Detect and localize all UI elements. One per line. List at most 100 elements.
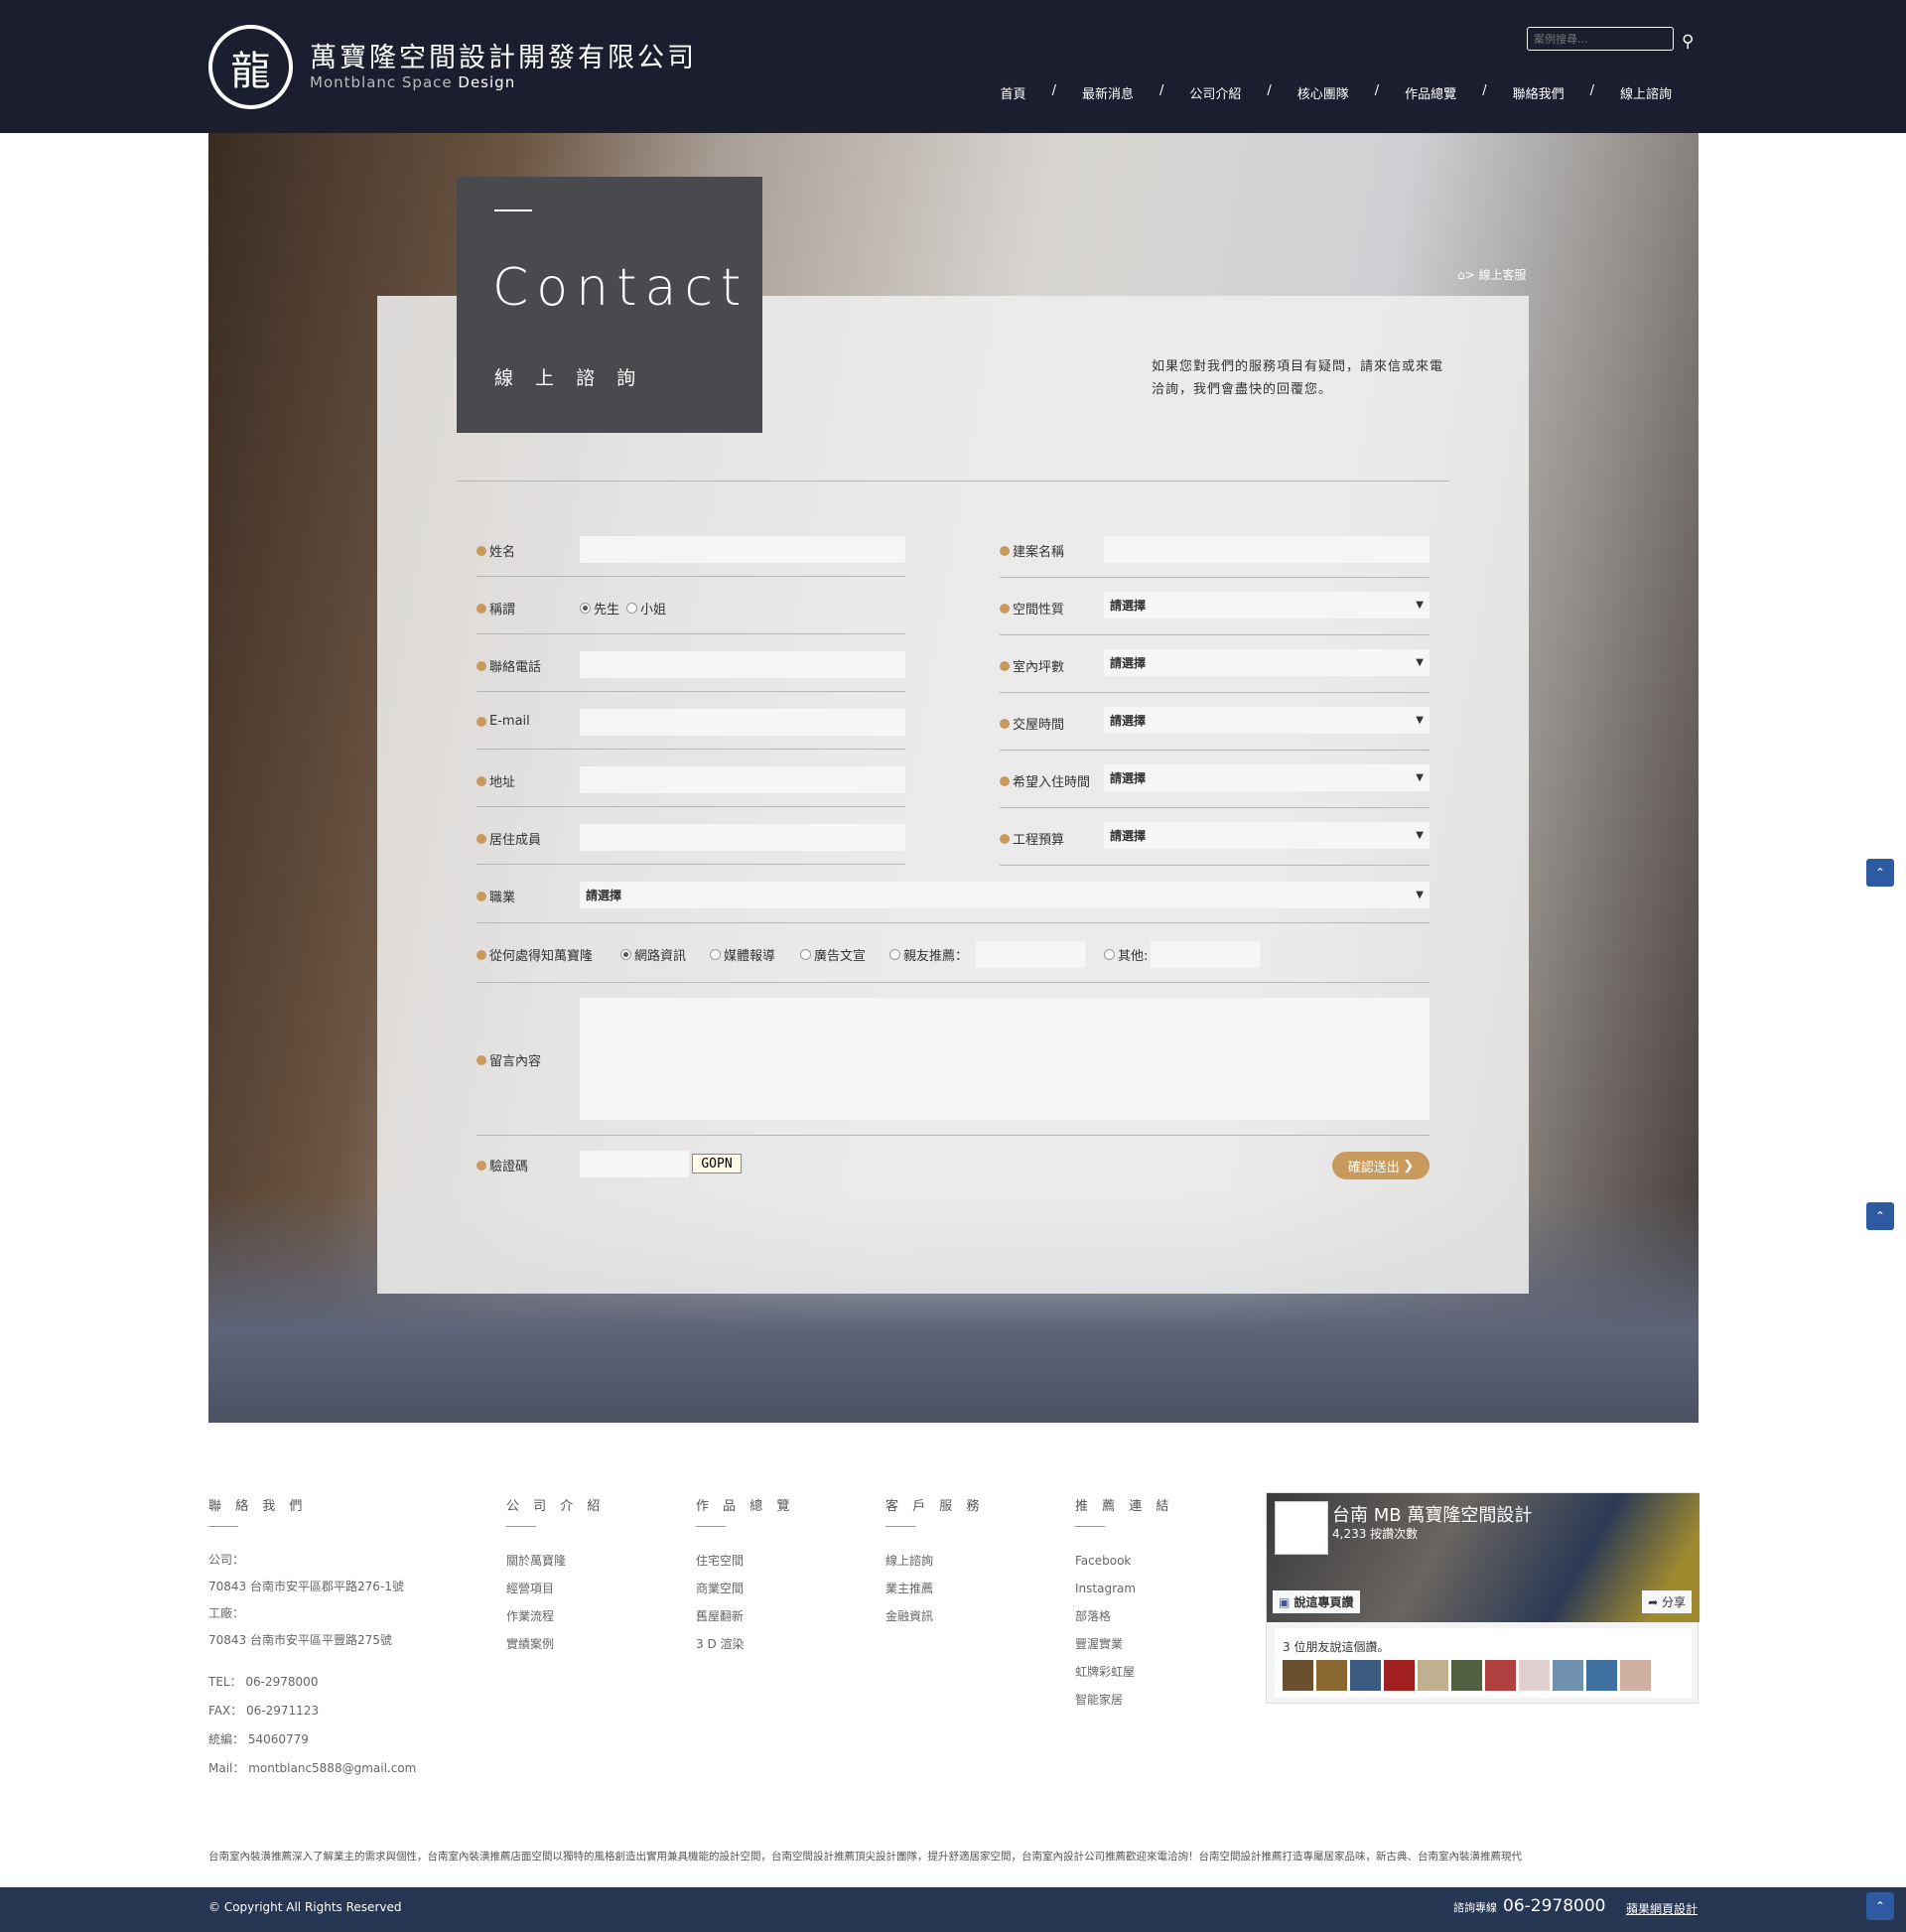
facebook-page-name[interactable]: 台南 MB 萬寶隆空間設計 <box>1332 1501 1532 1527</box>
nav-news[interactable]: 最新消息 <box>1082 83 1134 102</box>
field-label: 地址 <box>476 771 515 790</box>
footer-link[interactable]: 3 D 渲染 <box>696 1630 794 1658</box>
scroll-up-button[interactable]: ⌃ <box>1866 1202 1894 1230</box>
search-icon[interactable]: ⚲ <box>1682 32 1694 52</box>
select-value: 請選擇 <box>1110 656 1147 670</box>
source-radio-friends[interactable]: 親友推薦： <box>889 945 968 964</box>
footer-link[interactable]: 智能家居 <box>1075 1686 1173 1714</box>
select-dropdown[interactable]: 請選擇 ▼ <box>1104 707 1430 734</box>
contact-line <box>208 1654 416 1668</box>
field-label: E-mail <box>476 714 530 729</box>
search-input[interactable] <box>1527 27 1674 51</box>
nav-separator: / <box>1589 83 1594 98</box>
other-source-input[interactable] <box>1151 941 1260 968</box>
title-radio[interactable]: 小姐 <box>626 599 666 618</box>
friend-avatar[interactable] <box>1316 1660 1347 1691</box>
divider <box>1000 807 1430 808</box>
occupation-select[interactable]: 請選擇 ▼ <box>580 882 1430 908</box>
text-input[interactable] <box>580 709 905 736</box>
footer-link[interactable]: 關於萬寶隆 <box>506 1547 605 1575</box>
scroll-up-button[interactable]: ⌃ <box>1866 859 1894 887</box>
breadcrumb-separator: > <box>1464 268 1475 282</box>
text-input[interactable] <box>580 651 905 678</box>
nav-separator: / <box>1158 83 1164 98</box>
logo-icon[interactable]: 龍 <box>208 25 293 109</box>
friend-avatar[interactable] <box>1418 1660 1448 1691</box>
page-title-box: Contact 線 上 諮 詢 <box>457 177 762 433</box>
footer-link[interactable]: 住宅空間 <box>696 1547 794 1575</box>
option-label: 網路資訊 <box>634 949 687 964</box>
select-dropdown[interactable]: 請選擇 ▼ <box>1104 822 1430 849</box>
nav-contact[interactable]: 聯絡我們 <box>1513 83 1565 102</box>
footer-link[interactable]: 經營項目 <box>506 1575 605 1602</box>
select-dropdown[interactable]: 請選擇 ▼ <box>1104 649 1430 676</box>
nav-home[interactable]: 首頁 <box>1001 83 1026 102</box>
friend-avatar[interactable] <box>1553 1660 1583 1691</box>
facebook-like-button[interactable]: ▣ 說這專頁讚 <box>1273 1590 1360 1613</box>
friend-avatar[interactable] <box>1451 1660 1482 1691</box>
footer-link[interactable]: Instagram <box>1075 1575 1173 1602</box>
friend-avatar[interactable] <box>1350 1660 1381 1691</box>
friend-avatar[interactable] <box>1485 1660 1516 1691</box>
hotline-label: 諮詢專線 <box>1453 1901 1497 1914</box>
nav-separator: / <box>1482 83 1487 98</box>
contact-line: 70843 台南市安平區郡平路276-1號 <box>208 1580 404 1593</box>
captcha-image[interactable]: GOPN <box>692 1154 742 1173</box>
footer-link[interactable]: 實績案例 <box>506 1630 605 1658</box>
submit-button[interactable]: 確認送出 ❯ <box>1332 1152 1430 1179</box>
hotline-number[interactable]: 06-2978000 <box>1503 1896 1605 1916</box>
text-input[interactable] <box>580 824 905 851</box>
divider <box>1000 577 1430 578</box>
text-input[interactable] <box>580 536 905 563</box>
text-input[interactable] <box>1104 536 1430 563</box>
option-label: 媒體報導 <box>724 949 776 964</box>
friend-avatar[interactable] <box>1519 1660 1550 1691</box>
title-radio[interactable]: 先生 <box>580 599 619 618</box>
footer-link[interactable]: 部落格 <box>1075 1602 1173 1630</box>
footer-heading: 作 品 總 覽 <box>696 1499 795 1514</box>
footer-link[interactable]: 虹牌彩虹屋 <box>1075 1658 1173 1686</box>
friends-referral-input[interactable] <box>976 941 1085 968</box>
footer-link[interactable]: 作業流程 <box>506 1602 605 1630</box>
footer-link[interactable]: Facebook <box>1075 1547 1173 1575</box>
seo-text: 台南室內裝潢推薦深入了解業主的需求與個性，台南室內裝潢推薦店面空間以獨特的風格創… <box>208 1851 1522 1863</box>
source-radio-other[interactable]: 其他: <box>1104 945 1148 964</box>
footer-heading: 公 司 介 紹 <box>506 1499 606 1514</box>
footer-link[interactable]: 商業空間 <box>696 1575 794 1602</box>
source-radio-ads[interactable]: 廣告文宣 <box>800 945 866 964</box>
select-dropdown[interactable]: 請選擇 ▼ <box>1104 764 1430 791</box>
company-name[interactable]: 萬寶隆空間設計開發有限公司 <box>310 36 697 74</box>
scroll-up-button[interactable]: ⌃ <box>1866 1892 1894 1920</box>
select-value: 請選擇 <box>1110 771 1147 785</box>
footer-link[interactable]: 豐渥實業 <box>1075 1630 1173 1658</box>
friend-avatar[interactable] <box>1586 1660 1617 1691</box>
captcha-input[interactable] <box>580 1151 689 1177</box>
source-radio-web[interactable]: 網路資訊 <box>620 945 686 964</box>
footer-link[interactable]: 金融資訊 <box>885 1602 984 1630</box>
footer-link[interactable]: 業主推薦 <box>885 1575 984 1602</box>
footer-link[interactable]: 線上諮詢 <box>885 1547 984 1575</box>
friend-avatars <box>1283 1660 1651 1691</box>
home-icon[interactable]: ⌂ <box>1457 268 1465 282</box>
facebook-page-logo[interactable] <box>1275 1501 1328 1555</box>
friend-avatar[interactable] <box>1283 1660 1313 1691</box>
nav-about[interactable]: 公司介紹 <box>1189 83 1241 102</box>
breadcrumb-current[interactable]: 線上客服 <box>1479 268 1527 282</box>
friend-avatar[interactable] <box>1384 1660 1415 1691</box>
heading-underline <box>696 1526 726 1527</box>
designer-link[interactable]: 蘋果網頁設計 <box>1626 1900 1698 1917</box>
option-label: 廣告文宣 <box>814 949 867 964</box>
friend-avatar[interactable] <box>1620 1660 1651 1691</box>
nav-consult[interactable]: 線上諮詢 <box>1620 83 1672 102</box>
form-panel <box>377 296 1529 1294</box>
copyright: © Copyright All Rights Reserved <box>208 1900 402 1914</box>
message-textarea[interactable] <box>580 998 1430 1120</box>
source-radio-media[interactable]: 媒體報導 <box>710 945 775 964</box>
nav-team[interactable]: 核心團隊 <box>1297 83 1349 102</box>
nav-works[interactable]: 作品總覽 <box>1405 83 1456 102</box>
select-dropdown[interactable]: 請選擇 ▼ <box>1104 592 1430 619</box>
footer-link[interactable]: 舊屋翻新 <box>696 1602 794 1630</box>
divider <box>476 864 905 865</box>
text-input[interactable] <box>580 766 905 793</box>
facebook-share-button[interactable]: ➦ 分享 <box>1642 1590 1692 1613</box>
